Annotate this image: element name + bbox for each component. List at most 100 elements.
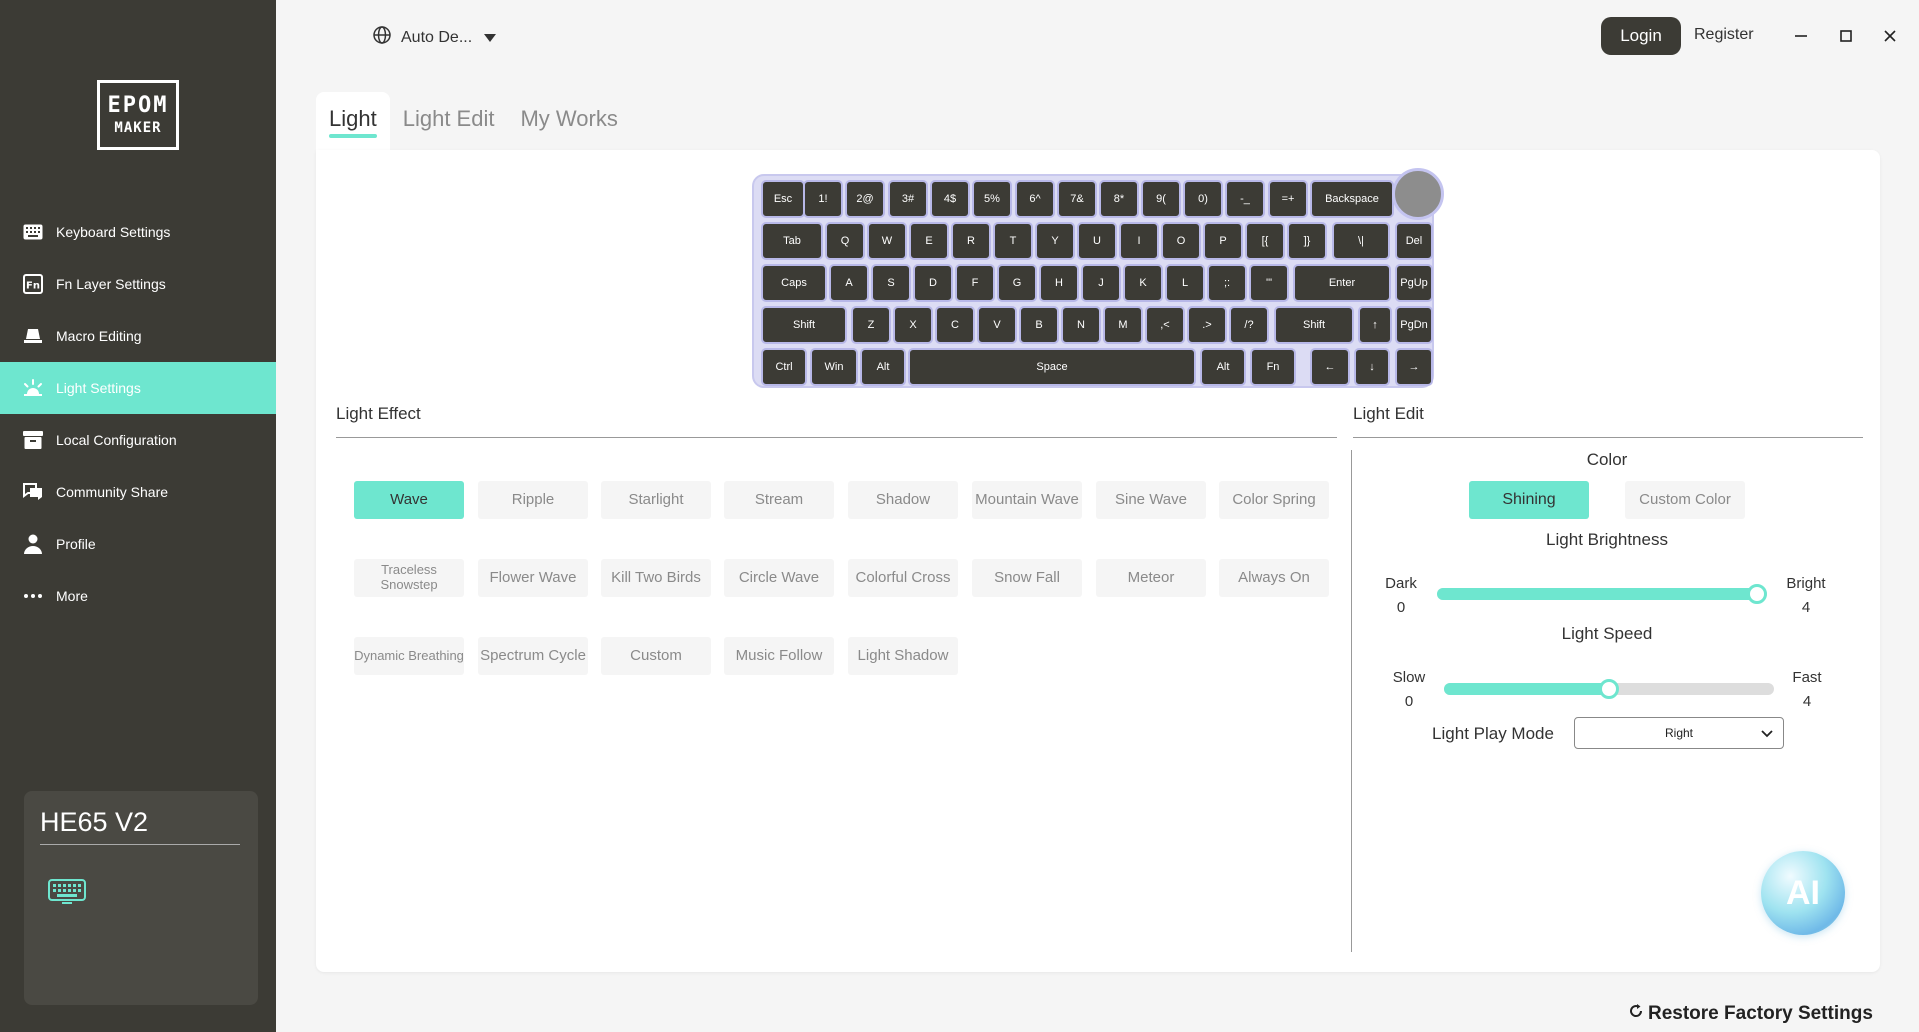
key[interactable]: =+ <box>1268 180 1308 218</box>
sidebar-item-more[interactable]: More <box>0 570 276 622</box>
key[interactable]: Win <box>810 348 858 386</box>
key[interactable]: 3# <box>888 180 928 218</box>
sidebar-item-local-configuration[interactable]: Local Configuration <box>0 414 276 466</box>
key[interactable]: PgUp <box>1395 264 1433 302</box>
sidebar-item-light-settings[interactable]: Light Settings <box>0 362 276 414</box>
key[interactable]: 4$ <box>930 180 970 218</box>
key[interactable]: Shift <box>1274 306 1354 344</box>
key[interactable]: /? <box>1229 306 1269 344</box>
key[interactable]: Del <box>1395 222 1433 260</box>
key[interactable]: '" <box>1249 264 1289 302</box>
key[interactable]: Y <box>1035 222 1075 260</box>
key[interactable]: V <box>977 306 1017 344</box>
effect-wave[interactable]: Wave <box>354 481 464 519</box>
device-card[interactable]: HE65 V2 <box>24 791 258 1005</box>
key[interactable]: \| <box>1332 222 1390 260</box>
key[interactable]: Enter <box>1293 264 1391 302</box>
tab-light[interactable]: Light <box>316 92 390 152</box>
effect-sine-wave[interactable]: Sine Wave <box>1096 481 1206 519</box>
key[interactable]: R <box>951 222 991 260</box>
brightness-slider[interactable] <box>1437 584 1767 604</box>
key[interactable]: M <box>1103 306 1143 344</box>
key[interactable]: → <box>1395 348 1433 386</box>
key[interactable]: ]} <box>1287 222 1327 260</box>
key[interactable]: T <box>993 222 1033 260</box>
key[interactable]: F <box>955 264 995 302</box>
key[interactable]: K <box>1123 264 1163 302</box>
effect-music-follow[interactable]: Music Follow <box>724 637 834 675</box>
key[interactable]: 9( <box>1141 180 1181 218</box>
login-button[interactable]: Login <box>1601 17 1681 55</box>
key[interactable]: C <box>935 306 975 344</box>
effect-colorful-cross[interactable]: Colorful Cross <box>848 559 958 597</box>
key[interactable]: ↓ <box>1354 348 1390 386</box>
slider-thumb[interactable] <box>1747 584 1767 604</box>
effect-dynamic-breathing[interactable]: Dynamic Breathing <box>354 637 464 675</box>
key[interactable]: I <box>1119 222 1159 260</box>
key[interactable]: G <box>997 264 1037 302</box>
custom-color-button[interactable]: Custom Color <box>1625 481 1745 519</box>
slider-thumb[interactable] <box>1599 679 1619 699</box>
close-icon[interactable] <box>1876 22 1904 50</box>
effect-custom[interactable]: Custom <box>601 637 711 675</box>
key[interactable]: [{ <box>1245 222 1285 260</box>
key[interactable]: X <box>893 306 933 344</box>
tab-light-edit[interactable]: Light Edit <box>390 92 508 152</box>
key[interactable]: B <box>1019 306 1059 344</box>
key[interactable]: 0) <box>1183 180 1223 218</box>
key[interactable]: -_ <box>1225 180 1265 218</box>
key[interactable]: Tab <box>761 222 823 260</box>
language-selector[interactable]: Auto De... <box>373 26 497 49</box>
key[interactable]: 7& <box>1057 180 1097 218</box>
key[interactable]: 2@ <box>845 180 885 218</box>
key[interactable]: 8* <box>1099 180 1139 218</box>
key[interactable]: ← <box>1310 348 1350 386</box>
key[interactable]: Alt <box>1200 348 1246 386</box>
key[interactable]: E <box>909 222 949 260</box>
maximize-icon[interactable] <box>1832 22 1860 50</box>
key[interactable]: PgDn <box>1395 306 1433 344</box>
effect-shadow[interactable]: Shadow <box>848 481 958 519</box>
play-mode-select[interactable]: Right <box>1574 717 1784 749</box>
key[interactable]: A <box>829 264 869 302</box>
minimize-icon[interactable] <box>1787 22 1815 50</box>
effect-spectrum-cycle[interactable]: Spectrum Cycle <box>478 637 588 675</box>
effect-ripple[interactable]: Ripple <box>478 481 588 519</box>
key[interactable]: S <box>871 264 911 302</box>
key[interactable]: ;: <box>1207 264 1247 302</box>
key[interactable]: ,< <box>1145 306 1185 344</box>
sidebar-item-fn-layer-settings[interactable]: Fn Fn Layer Settings <box>0 258 276 310</box>
key[interactable]: Ctrl <box>761 348 807 386</box>
effect-color-spring[interactable]: Color Spring <box>1219 481 1329 519</box>
effect-kill-two-birds[interactable]: Kill Two Birds <box>601 559 711 597</box>
key[interactable]: Q <box>825 222 865 260</box>
key[interactable]: .> <box>1187 306 1227 344</box>
key[interactable]: N <box>1061 306 1101 344</box>
key[interactable]: H <box>1039 264 1079 302</box>
key[interactable]: Alt <box>860 348 906 386</box>
key[interactable]: U <box>1077 222 1117 260</box>
sidebar-item-macro-editing[interactable]: Macro Editing <box>0 310 276 362</box>
key[interactable]: D <box>913 264 953 302</box>
shining-button[interactable]: Shining <box>1469 481 1589 519</box>
key[interactable]: L <box>1165 264 1205 302</box>
key[interactable]: P <box>1203 222 1243 260</box>
effect-flower-wave[interactable]: Flower Wave <box>478 559 588 597</box>
rotary-knob[interactable] <box>1392 168 1444 220</box>
sidebar-item-keyboard-settings[interactable]: Keyboard Settings <box>0 206 276 258</box>
key[interactable]: Esc <box>761 180 805 218</box>
register-button[interactable]: Register <box>1694 26 1754 44</box>
key[interactable]: Space <box>908 348 1196 386</box>
key[interactable]: J <box>1081 264 1121 302</box>
effect-light-shadow[interactable]: Light Shadow <box>848 637 958 675</box>
key[interactable]: Backspace <box>1310 180 1394 218</box>
ai-assistant-button[interactable]: AI <box>1761 851 1845 935</box>
key[interactable]: Shift <box>761 306 847 344</box>
key[interactable]: Fn <box>1250 348 1296 386</box>
sidebar-item-profile[interactable]: Profile <box>0 518 276 570</box>
speed-slider[interactable] <box>1444 679 1774 699</box>
key[interactable]: W <box>867 222 907 260</box>
restore-factory-button[interactable]: Restore Factory Settings <box>1628 1003 1873 1025</box>
effect-always-on[interactable]: Always On <box>1219 559 1329 597</box>
key[interactable]: 6^ <box>1015 180 1055 218</box>
